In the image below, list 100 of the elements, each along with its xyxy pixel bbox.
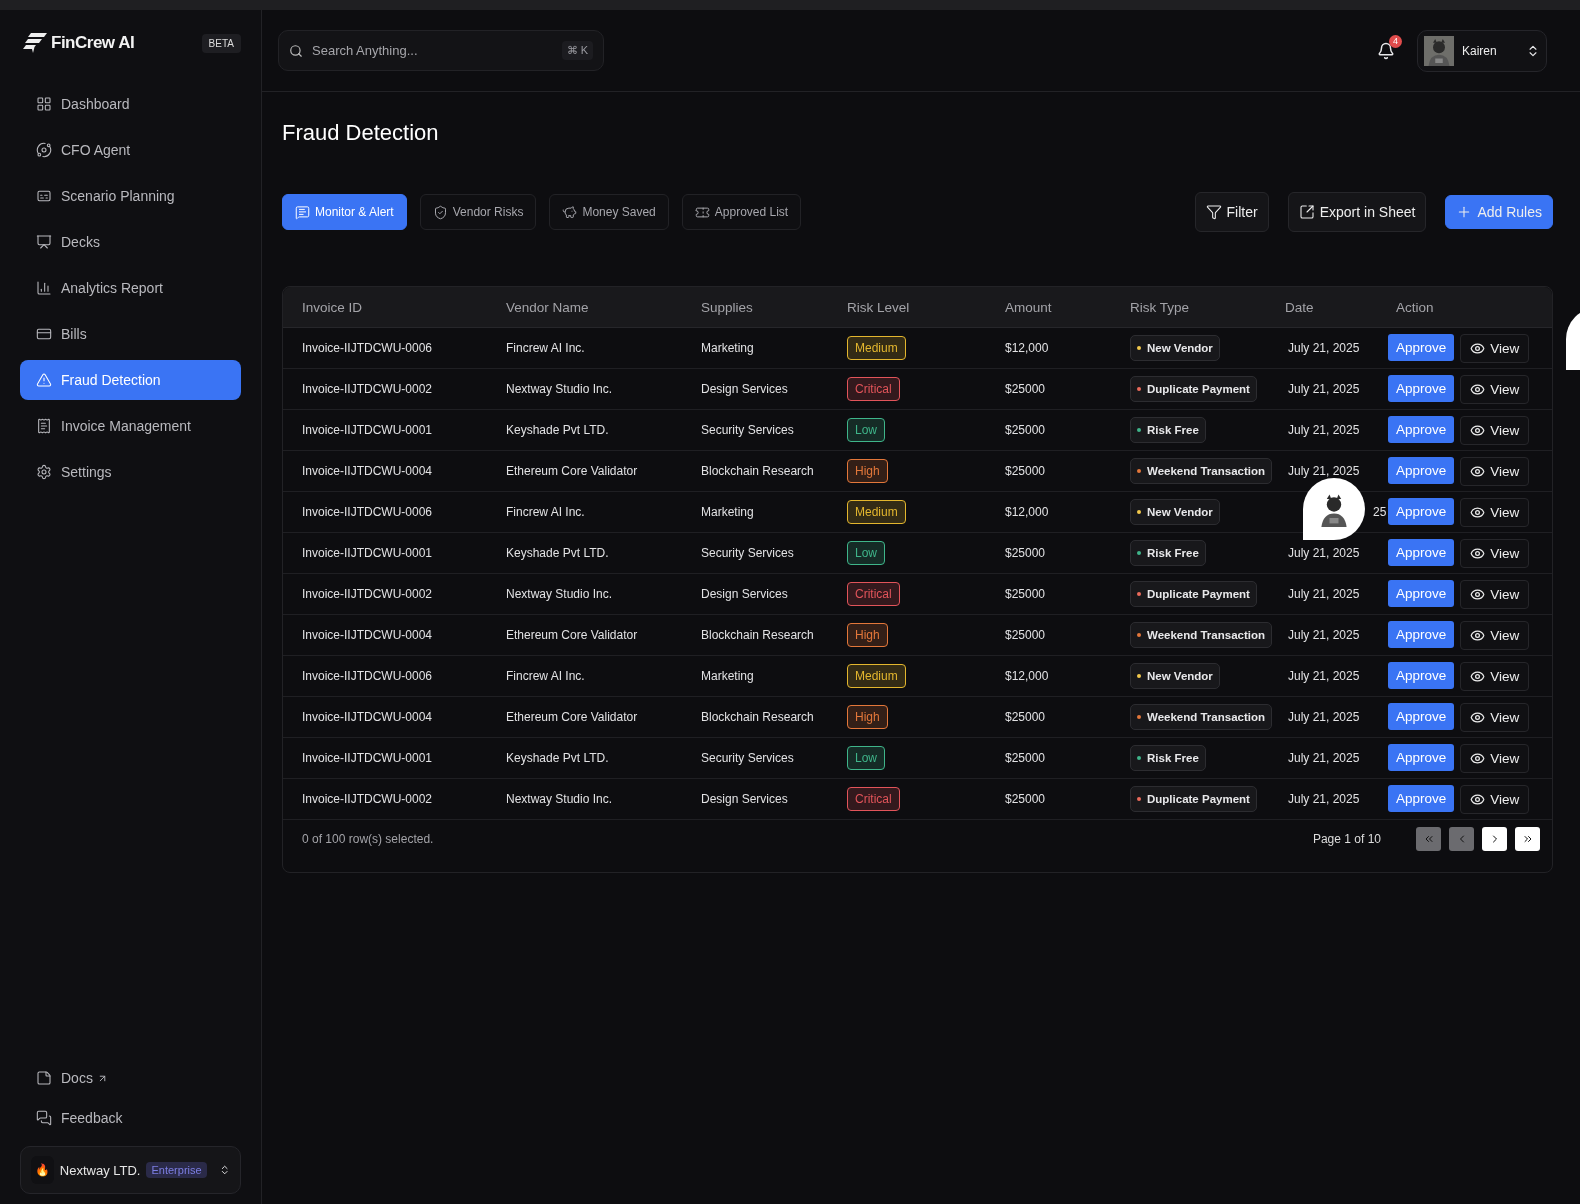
eye-icon	[1470, 586, 1486, 602]
approve-button[interactable]: Approve	[1388, 456, 1455, 484]
search-field[interactable]: Search Anything... ⌘ K	[278, 30, 604, 71]
table-cell: $12,000	[1005, 505, 1049, 519]
sidebar-item[interactable]: Scenario Planning	[20, 176, 241, 216]
table-cell: Nextway Studio Inc.	[506, 792, 613, 806]
tab[interactable]: Vendor Risks	[419, 194, 537, 230]
approve-button[interactable]: Approve	[1388, 702, 1455, 730]
approve-button[interactable]: Approve	[1388, 415, 1455, 443]
table-cell: July 21, 2025	[1288, 423, 1360, 437]
table-cell: Fincrew AI Inc.	[506, 341, 585, 355]
approve-button[interactable]: Approve	[1388, 661, 1455, 689]
table-cell: Invoice-IIJTDCWU-0004	[302, 710, 433, 724]
table-cell: Marketing	[701, 669, 754, 683]
table-cell: Nextway Studio Inc.	[506, 587, 613, 601]
tab-icon	[694, 204, 710, 220]
risk-level-badge: Low	[847, 541, 885, 565]
risk-type-label: New Vendor	[1147, 670, 1213, 682]
view-button[interactable]: View	[1460, 374, 1530, 404]
view-button[interactable]: View	[1460, 743, 1530, 773]
table-cell: Marketing	[701, 341, 754, 355]
pagination-button[interactable]	[1482, 827, 1507, 851]
workspace-logo: 🔥	[31, 1156, 54, 1184]
tab[interactable]: Monitor & Alert	[282, 194, 407, 230]
table-cell: Keyshade Pvt LTD.	[506, 546, 609, 560]
view-button[interactable]: View	[1460, 784, 1530, 814]
table-cell: July 21, 2025	[1288, 628, 1360, 642]
column-header: Amount	[1005, 299, 1052, 315]
sidebar-item[interactable]: Fraud Detection	[20, 360, 241, 400]
table-cell: Ethereum Core Validator	[506, 464, 638, 478]
sidebar-item[interactable]: Settings	[20, 452, 241, 492]
view-button[interactable]: View	[1460, 661, 1530, 691]
logo-icon	[23, 33, 47, 53]
risk-level-badge: High	[847, 459, 888, 483]
export-button[interactable]: Export in Sheet	[1287, 192, 1427, 232]
sidebar-link[interactable]: Feedback	[20, 1098, 241, 1138]
sidebar-link[interactable]: Docs	[20, 1058, 241, 1098]
view-button[interactable]: View	[1460, 415, 1530, 445]
add-button[interactable]: Add Rules	[1445, 195, 1553, 229]
sidebar-item[interactable]: Dashboard	[20, 84, 241, 124]
table-cell: July 21, 2025	[1288, 751, 1360, 765]
search-input[interactable]: Search Anything...	[310, 42, 555, 59]
view-button[interactable]: View	[1460, 702, 1530, 732]
risk-level-badge: Medium	[847, 500, 906, 524]
table-cell: Blockchain Research	[701, 464, 814, 478]
tab[interactable]: Approved List	[681, 194, 802, 230]
approve-button[interactable]: Approve	[1388, 579, 1455, 607]
eye-icon	[1470, 340, 1486, 356]
filter-button[interactable]: Filter	[1194, 192, 1269, 232]
table-cell: Invoice-IIJTDCWU-0002	[302, 587, 433, 601]
risk-level-badge: Critical	[847, 787, 900, 811]
risk-level-badge: Critical	[847, 377, 900, 401]
view-button[interactable]: View	[1460, 620, 1530, 650]
view-button[interactable]: View	[1460, 538, 1530, 568]
plan-badge: Enterprise	[146, 1162, 207, 1178]
chat-icon	[36, 1110, 52, 1126]
table-cell: Design Services	[701, 792, 788, 806]
table-cell: Invoice-IIJTDCWU-0001	[302, 751, 433, 765]
approve-button[interactable]: Approve	[1388, 784, 1455, 812]
sidebar-item[interactable]: Bills	[20, 314, 241, 354]
view-button[interactable]: View	[1460, 456, 1530, 486]
approve-button[interactable]: Approve	[1388, 497, 1455, 525]
tab[interactable]: Money Saved	[549, 194, 669, 230]
column-header: Vendor Name	[506, 299, 589, 315]
approve-button[interactable]: Approve	[1388, 333, 1455, 361]
table-cell: Blockchain Research	[701, 628, 814, 642]
view-button[interactable]: View	[1460, 333, 1530, 363]
approve-button[interactable]: Approve	[1388, 620, 1455, 648]
table-cell: July 21, 2025	[1288, 546, 1360, 560]
risk-level-badge: Medium	[847, 664, 906, 688]
risk-type-label: New Vendor	[1147, 506, 1213, 518]
view-button[interactable]: View	[1460, 497, 1530, 527]
table-cell: Keyshade Pvt LTD.	[506, 751, 609, 765]
risk-type-label: Duplicate Payment	[1147, 383, 1250, 395]
workspace-switcher[interactable]: 🔥 Nextway LTD. Enterprise	[20, 1146, 241, 1194]
table-cell: Invoice-IIJTDCWU-0001	[302, 423, 433, 437]
sidebar-item[interactable]: Analytics Report	[20, 268, 241, 308]
risk-type-label: Weekend Transaction	[1147, 465, 1266, 477]
table-cell: Invoice-IIJTDCWU-0004	[302, 464, 433, 478]
nav-icon	[36, 280, 52, 296]
nav-icon	[36, 188, 52, 204]
pagination-button[interactable]	[1515, 827, 1540, 851]
table-cell: Fincrew AI Inc.	[506, 505, 585, 519]
notification-icon[interactable]	[1377, 41, 1395, 60]
approve-button[interactable]: Approve	[1388, 538, 1455, 566]
table-cell: Security Services	[701, 751, 794, 765]
table-cell: Ethereum Core Validator	[506, 628, 638, 642]
table-cell: Nextway Studio Inc.	[506, 382, 613, 396]
table-cell: $25000	[1005, 710, 1046, 724]
nav-icon	[36, 234, 52, 250]
sidebar-item[interactable]: Invoice Management	[20, 406, 241, 446]
user-menu[interactable]: Kairen	[1417, 29, 1547, 72]
sidebar-item[interactable]: Decks	[20, 222, 241, 262]
risk-type-label: Risk Free	[1147, 752, 1199, 764]
table-cell: $25000	[1005, 382, 1046, 396]
view-button[interactable]: View	[1460, 579, 1530, 609]
eye-icon	[1470, 791, 1486, 807]
sidebar-item[interactable]: CFO Agent	[20, 130, 241, 170]
approve-button[interactable]: Approve	[1388, 743, 1455, 771]
approve-button[interactable]: Approve	[1388, 374, 1455, 402]
